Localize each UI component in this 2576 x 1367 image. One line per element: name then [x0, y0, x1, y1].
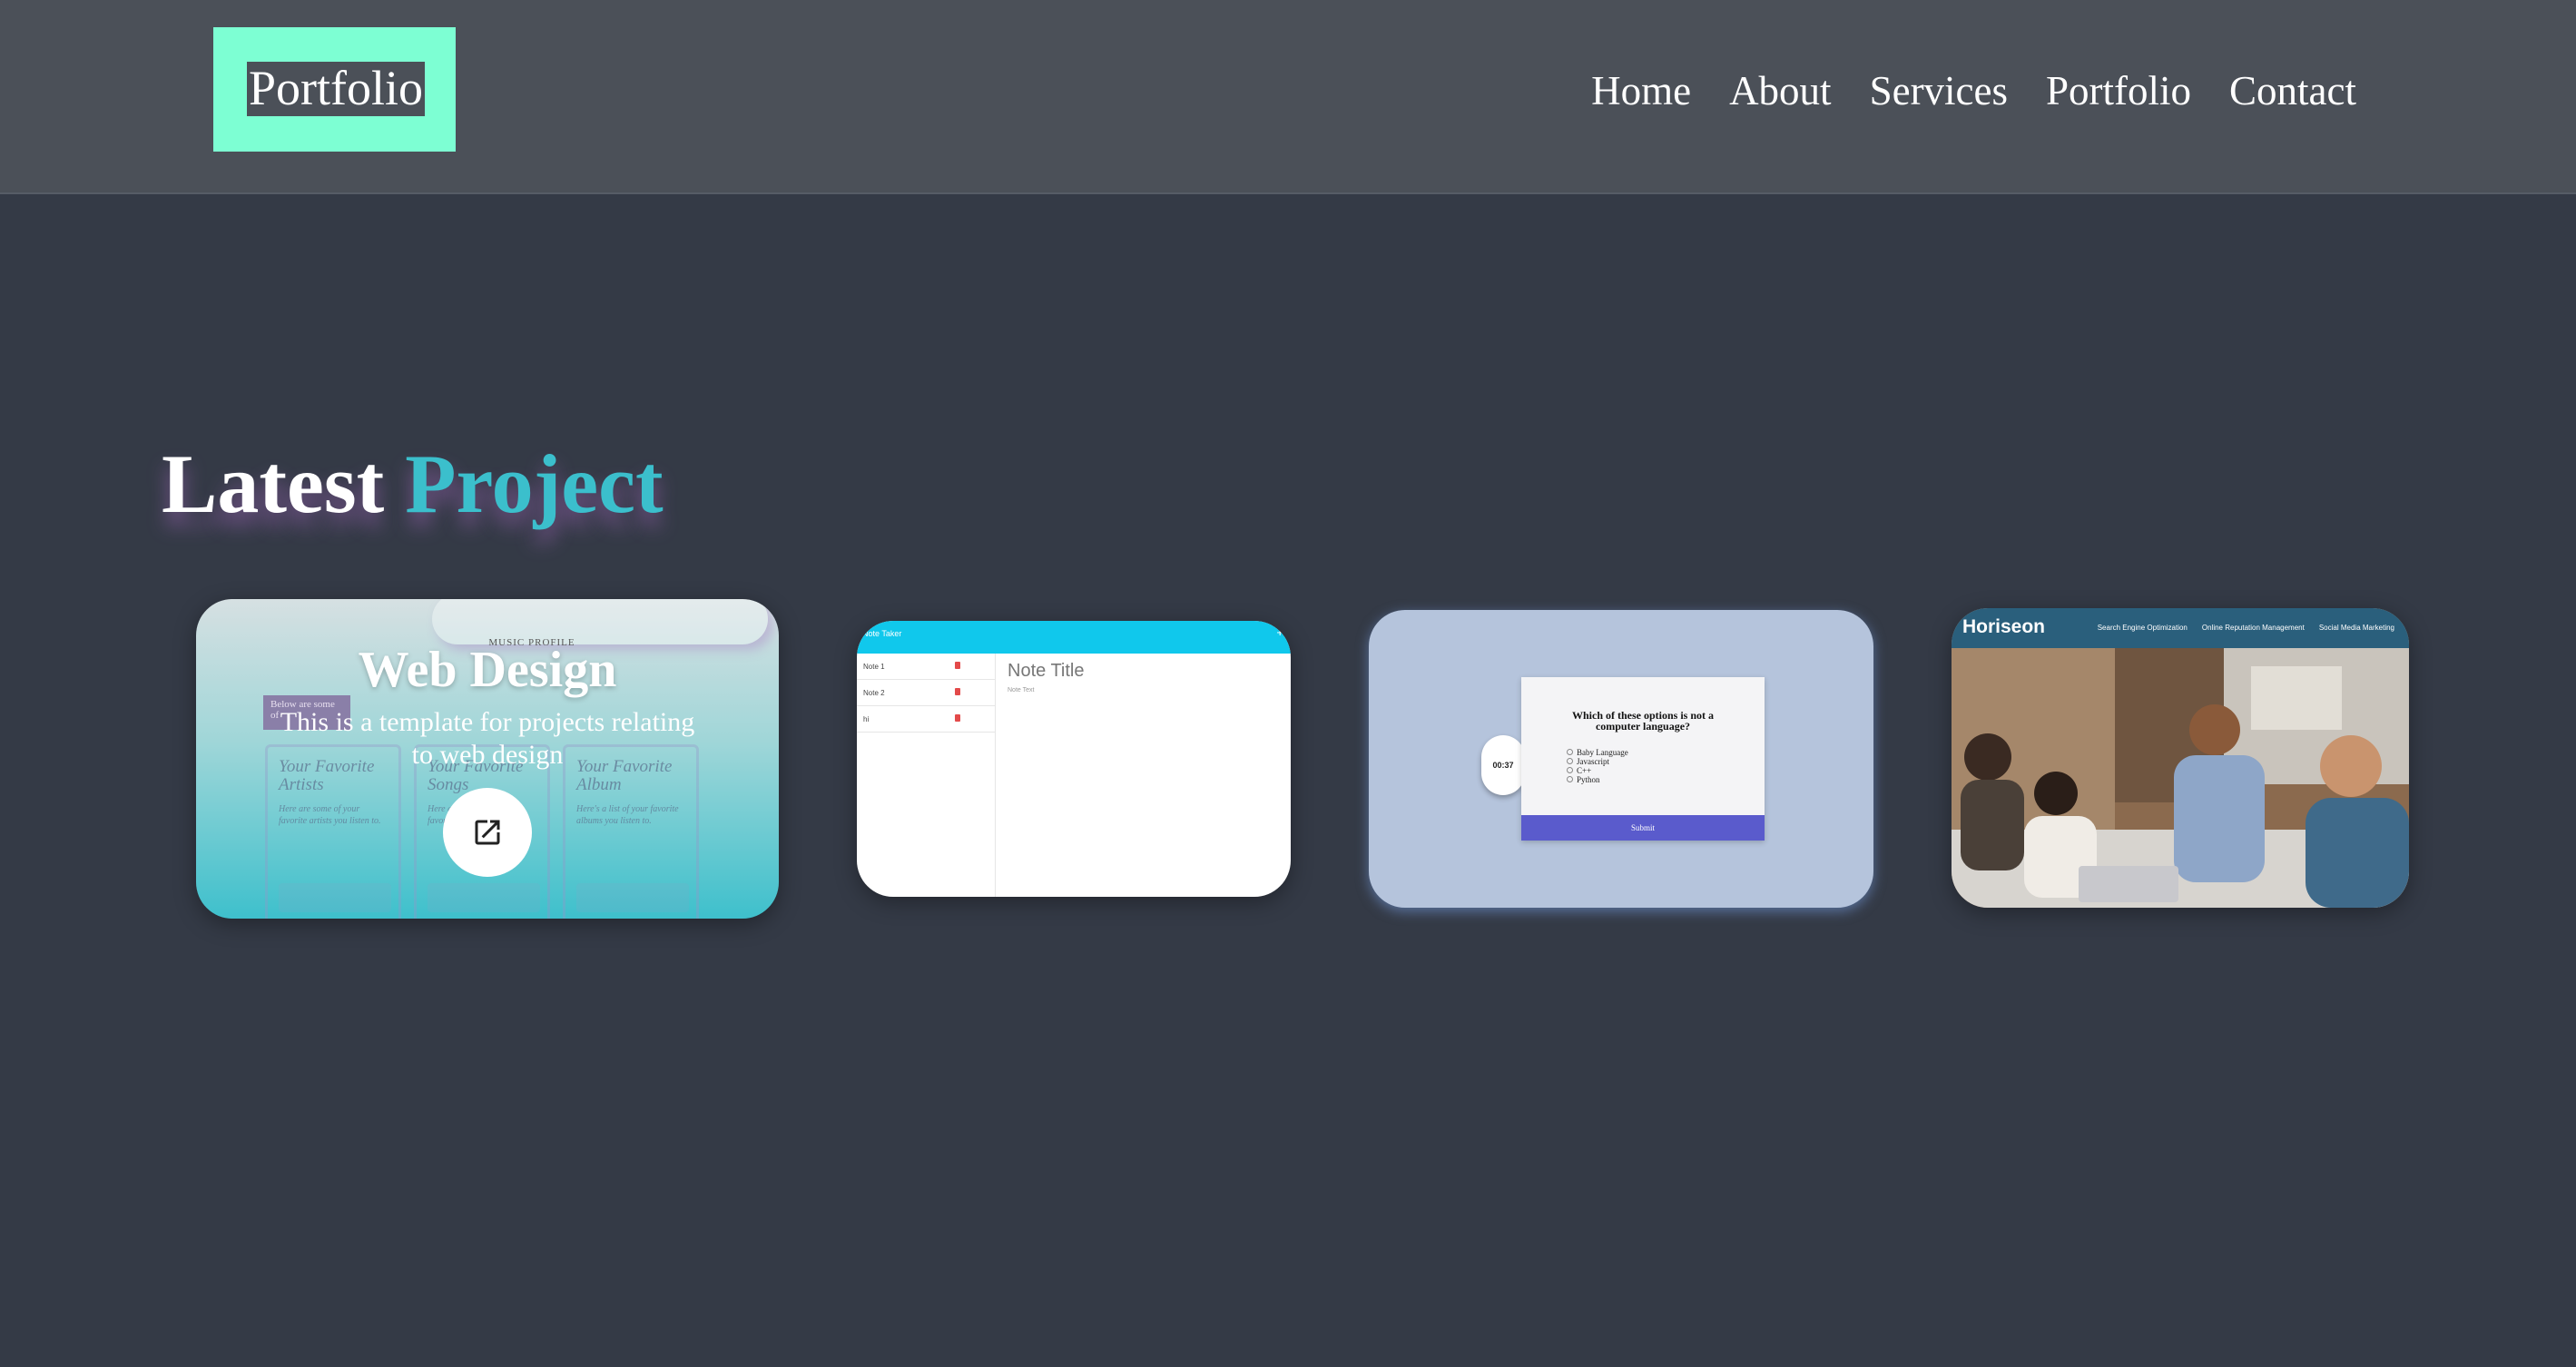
project-title: Web Design — [358, 642, 617, 698]
preview-column-button — [576, 883, 689, 912]
external-link-icon — [475, 820, 500, 845]
nav-portfolio[interactable]: Portfolio — [2046, 65, 2191, 116]
preview-note-title: Note Title — [1008, 661, 1085, 681]
note-item-title: Note 2 — [863, 689, 885, 697]
nav-services[interactable]: Services — [1870, 65, 2008, 116]
plus-icon: + — [1276, 625, 1283, 639]
preview-note-list: Note 1 Note 2 hi — [857, 654, 996, 897]
list-item: Note 1 — [857, 654, 995, 680]
trash-icon — [955, 688, 960, 695]
preview-quiz-box: Which of these options is not a computer… — [1521, 677, 1765, 841]
note-item-title: hi — [863, 715, 870, 723]
preview-option: Python — [1567, 775, 1628, 784]
project-card-web-design[interactable]: MUSIC PROFILE Below are some of Your Fav… — [196, 599, 779, 919]
list-item: hi — [857, 706, 995, 733]
preview-hero-photo — [1952, 648, 2409, 908]
preview-nav: Search Engine Optimization Online Reputa… — [2098, 624, 2394, 632]
preview-submit-button: Submit — [1521, 815, 1765, 841]
preview-options: Baby Language Javascript C++ Python — [1567, 748, 1628, 784]
preview-nav-item: Search Engine Optimization — [2097, 624, 2188, 632]
logo[interactable]: Portfolio — [247, 62, 426, 116]
preview-nav-item: Online Reputation Management — [2201, 624, 2305, 632]
section-title-main: Latest — [162, 438, 385, 530]
preview-question: Which of these options is not a computer… — [1571, 709, 1715, 733]
project-card-note-taker[interactable]: Note Taker + Note 1 Note 2 hi Note Title… — [857, 621, 1291, 897]
preview-timer: 00:37 — [1481, 735, 1525, 795]
list-item: Note 2 — [857, 680, 995, 706]
project-card-quiz[interactable]: 00:37 Which of these options is not a co… — [1369, 610, 1873, 908]
preview-nav-item: Social Media Marketing — [2318, 624, 2394, 632]
nav-home[interactable]: Home — [1591, 65, 1691, 116]
project-card-horiseon[interactable]: Horiseon Search Engine Optimization Onli… — [1952, 608, 2409, 908]
preview-column-button — [428, 883, 540, 912]
preview-navbar: Horiseon Search Engine Optimization Onli… — [1952, 608, 2409, 648]
nav-contact[interactable]: Contact — [2229, 65, 2356, 116]
section-title: Latest Project — [162, 434, 664, 534]
preview-column-button — [279, 883, 391, 912]
preview-navbar: Note Taker + — [857, 621, 1291, 654]
preview-logo: Horiseon — [1962, 616, 2046, 637]
nav-about[interactable]: About — [1729, 65, 1832, 116]
preview-column-text: Here are some of your favorite artists y… — [279, 804, 381, 826]
trash-icon — [955, 662, 960, 669]
open-project-button[interactable] — [443, 788, 532, 877]
preview-brand: Note Taker — [862, 629, 902, 638]
main-nav: Home About Services Portfolio Contact — [1591, 65, 2356, 116]
project-description: This is a template for projects relating… — [280, 707, 695, 770]
preview-option: Javascript — [1567, 757, 1628, 766]
site-header: Portfolio Home About Services Portfolio … — [0, 0, 2576, 194]
section-title-accent: Project — [405, 438, 664, 530]
note-item-title: Note 1 — [863, 663, 885, 671]
preview-note-text: Note Text — [1008, 687, 1035, 693]
preview-column-text: Here's a list of your favorite albums yo… — [576, 804, 679, 826]
preview-option: Baby Language — [1567, 748, 1628, 757]
trash-icon — [955, 714, 960, 722]
preview-option: C++ — [1567, 766, 1628, 775]
